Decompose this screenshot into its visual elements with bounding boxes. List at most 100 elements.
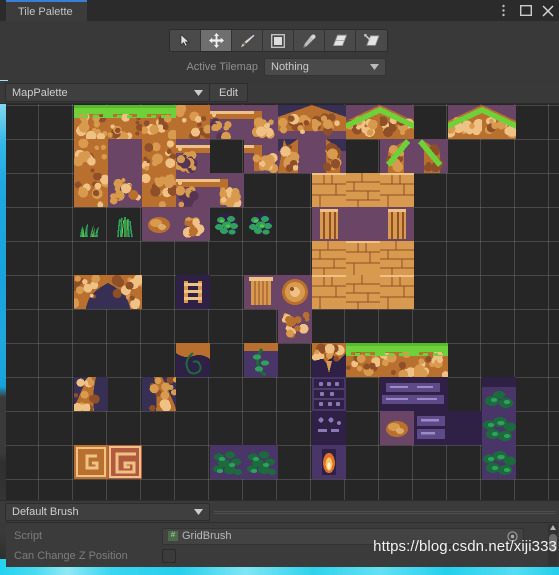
palette-tile[interactable] [345, 105, 380, 139]
palette-tile[interactable] [346, 241, 380, 275]
brush-dropdown[interactable]: Default Brush [5, 503, 210, 521]
palette-tile[interactable] [346, 343, 381, 377]
palette-tile[interactable] [74, 105, 108, 142]
select-tool[interactable] [170, 30, 201, 51]
maximize-icon[interactable] [519, 4, 532, 17]
palette-tile[interactable] [74, 171, 110, 208]
palette-tile[interactable] [380, 377, 414, 411]
palette-tile[interactable] [312, 343, 346, 377]
palette-tile[interactable] [380, 173, 414, 207]
overflow-menu-icon[interactable] [497, 4, 510, 17]
move-tool[interactable] [201, 30, 232, 51]
palette-tile[interactable] [176, 275, 210, 309]
palette-tile[interactable] [142, 375, 179, 412]
palette-tile[interactable] [140, 105, 179, 141]
palette-tile[interactable] [244, 445, 278, 479]
palette-tile[interactable] [174, 139, 210, 174]
palette-tile[interactable] [312, 411, 346, 445]
box-fill-tool[interactable] [263, 30, 294, 51]
palette-tile[interactable] [312, 207, 346, 241]
palette-tile[interactable] [380, 275, 414, 309]
palette-tile[interactable] [73, 138, 108, 173]
palette-tile[interactable] [380, 241, 414, 275]
active-tilemap-label: Active Tilemap [186, 61, 258, 73]
edit-palette-button[interactable]: Edit [210, 83, 248, 102]
palette-tile[interactable] [379, 343, 416, 380]
palette-tile[interactable] [175, 104, 213, 141]
palette-tile[interactable] [210, 173, 244, 209]
palette-tile[interactable] [414, 139, 448, 173]
tab-tile-palette[interactable]: Tile Palette [6, 0, 87, 21]
palette-tile[interactable] [312, 139, 346, 173]
palette-tile[interactable] [482, 445, 516, 479]
scroll-up-arrow-icon[interactable] [550, 525, 556, 530]
palette-tile[interactable] [244, 343, 278, 377]
palette-tile[interactable] [411, 343, 449, 379]
palette-tile[interactable] [74, 445, 108, 479]
palette-dropdown[interactable]: MapPalette [5, 83, 210, 102]
palette-tile[interactable] [108, 274, 147, 310]
can-change-z-checkbox[interactable] [162, 549, 176, 563]
palette-tile[interactable] [380, 207, 414, 241]
palette-tile[interactable] [107, 105, 144, 142]
palette-tile[interactable] [482, 411, 516, 445]
brush-toolbar [169, 29, 388, 52]
chevron-down-icon [194, 506, 203, 518]
tile-palette-canvas[interactable] [6, 104, 559, 500]
palette-tile[interactable] [244, 207, 278, 241]
script-asset-icon: # [168, 531, 178, 541]
palette-tile[interactable] [210, 105, 244, 142]
palette-tile[interactable] [380, 411, 414, 445]
palette-tile[interactable] [74, 207, 108, 241]
palette-tile[interactable] [312, 377, 346, 411]
palette-tile[interactable] [378, 105, 414, 139]
palette-tile[interactable] [141, 173, 179, 209]
chevron-down-icon [370, 61, 379, 73]
object-picker-icon[interactable] [507, 530, 518, 542]
palette-tile[interactable] [108, 139, 142, 173]
palette-tile[interactable] [244, 105, 278, 139]
palette-tile[interactable] [108, 445, 142, 479]
palette-tile[interactable] [108, 173, 142, 207]
palette-tile[interactable] [278, 139, 312, 173]
erase-tool[interactable] [325, 30, 356, 51]
palette-tile[interactable] [482, 377, 516, 411]
palette-tile[interactable] [278, 309, 312, 343]
palette-tile[interactable] [69, 274, 108, 309]
palette-tile[interactable] [278, 105, 312, 139]
palette-tile[interactable] [309, 105, 346, 139]
close-icon[interactable] [541, 4, 554, 17]
palette-tile[interactable] [346, 275, 380, 309]
palette-tile[interactable] [142, 207, 176, 241]
palette-tile[interactable] [444, 105, 484, 139]
palette-tile[interactable] [141, 139, 177, 173]
palette-tile[interactable] [244, 275, 278, 309]
palette-tile[interactable] [482, 105, 518, 139]
palette-tile[interactable] [176, 207, 210, 241]
palette-tile[interactable] [448, 411, 482, 445]
palette-tile[interactable] [175, 173, 210, 209]
active-tilemap-dropdown[interactable]: Nothing [264, 58, 386, 76]
palette-tile[interactable] [312, 275, 346, 309]
palette-tile[interactable] [278, 275, 312, 309]
script-object-field[interactable]: # GridBrush [162, 527, 524, 545]
palette-tile[interactable] [312, 241, 346, 275]
picker-tool[interactable] [294, 30, 325, 51]
palette-tile[interactable] [210, 207, 244, 241]
palette-tile[interactable] [312, 173, 346, 207]
palette-tile[interactable] [346, 173, 380, 207]
palette-tile[interactable] [414, 377, 448, 411]
palette-tile[interactable] [210, 445, 244, 479]
paint-tool[interactable] [232, 30, 263, 51]
palette-tile[interactable] [414, 411, 448, 445]
palette-tile[interactable] [346, 207, 380, 241]
palette-tile[interactable] [108, 207, 142, 241]
palette-tile[interactable] [176, 343, 210, 377]
flood-fill-tool[interactable] [356, 30, 387, 51]
inspector-scrollbar[interactable] [548, 524, 558, 566]
palette-tile[interactable] [72, 376, 108, 414]
scrollbar-thumb[interactable] [549, 534, 557, 552]
palette-tile[interactable] [312, 445, 346, 479]
palette-tile[interactable] [380, 139, 414, 173]
palette-tile[interactable] [244, 139, 279, 174]
